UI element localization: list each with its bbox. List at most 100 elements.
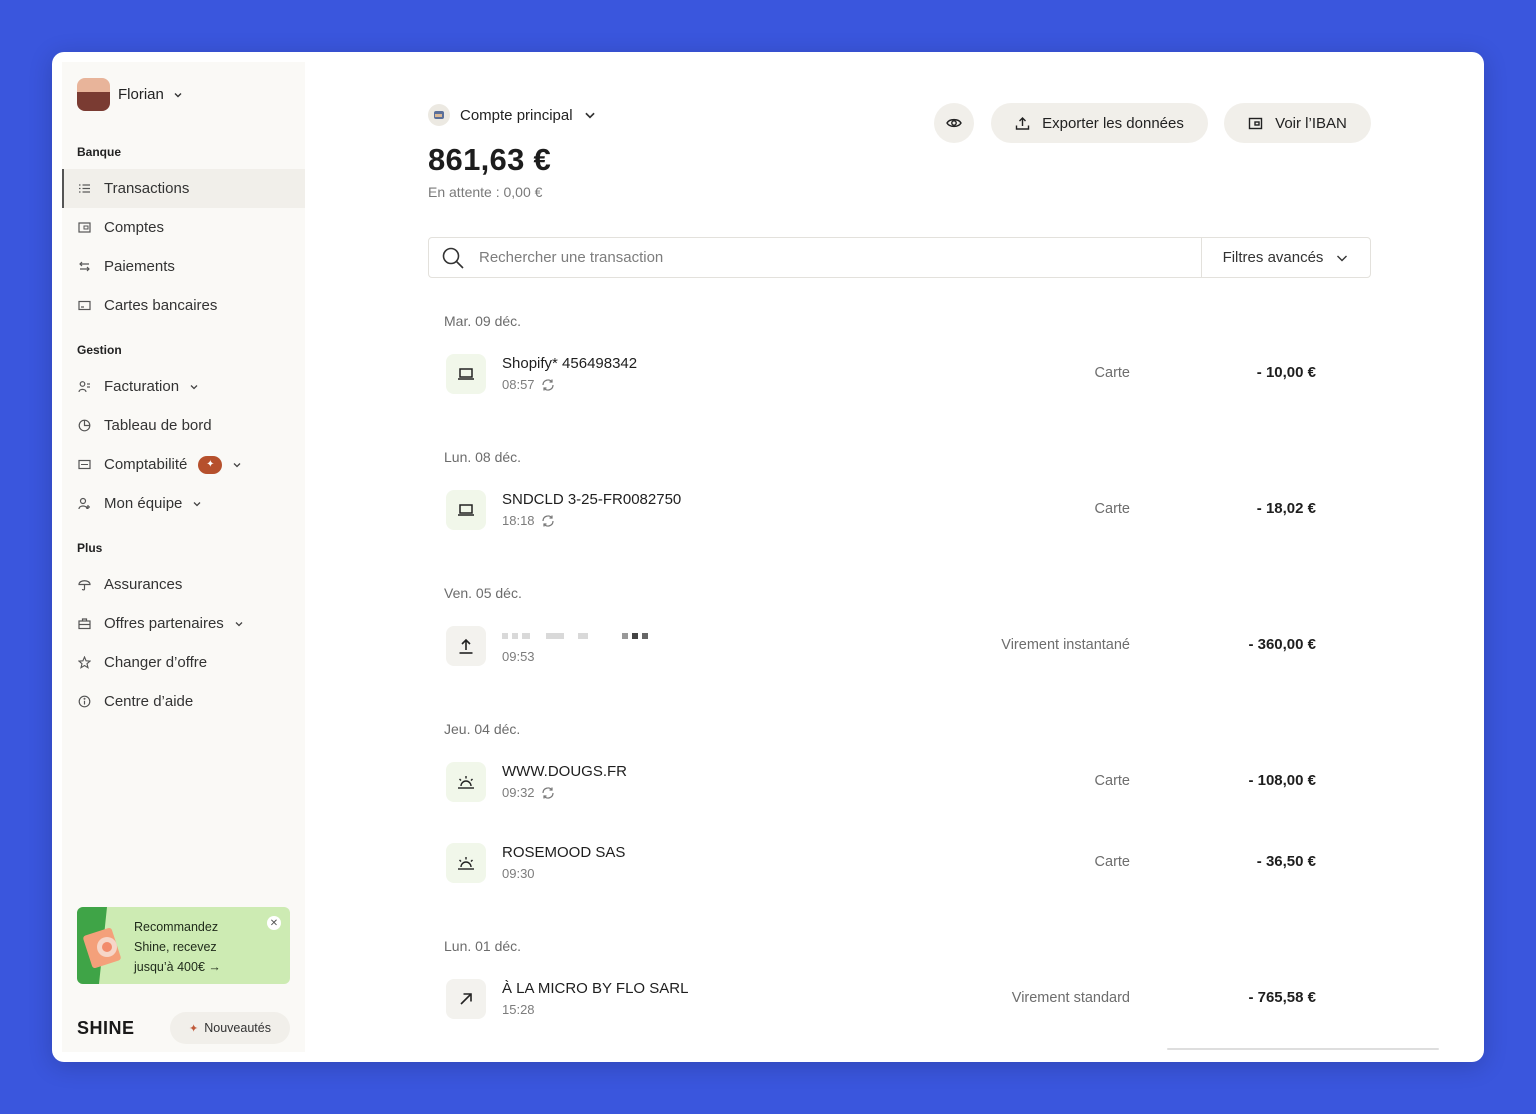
umbrella-icon (77, 578, 91, 592)
transaction-time: 15:28 (502, 1002, 535, 1017)
recurring-icon (541, 786, 554, 799)
chevron-down-icon (584, 112, 595, 119)
transaction-row[interactable]: Shopify* 456498342 08:57 Carte - 10,00 € (444, 344, 1324, 404)
advanced-filters-button[interactable]: Filtres avancés (1201, 238, 1370, 277)
transaction-title: Shopify* 456498342 (502, 355, 638, 372)
transaction-type: Carte (1094, 854, 1130, 870)
transaction-amount: - 10,00 € (1256, 364, 1316, 381)
user-menu[interactable]: Florian (77, 78, 184, 111)
sidebar-item-label: Facturation (104, 378, 180, 395)
sidebar-item-changer-offre[interactable]: Changer d’offre (62, 643, 305, 682)
briefcase-icon (77, 617, 91, 631)
transaction-time: 09:53 (502, 649, 535, 664)
account-name: Compte principal (460, 106, 573, 124)
sidebar-item-mon-equipe[interactable]: Mon équipe (62, 484, 305, 523)
info-icon (77, 695, 91, 709)
transaction-title: SNDCLD 3-25-FR0082750 (502, 491, 682, 508)
sunrise-icon (446, 762, 486, 802)
sidebar: Florian Banque Transactions Comptes Paie… (62, 62, 305, 1052)
swap-arrows-icon (77, 260, 91, 274)
sidebar-item-label: Mon équipe (104, 495, 183, 512)
card-icon (77, 299, 91, 313)
date-header: Mar. 09 déc. (444, 313, 522, 329)
user-name: Florian (118, 86, 164, 103)
promo-text: Recommandez Shine, recevez jusqu’à 400€ … (134, 920, 221, 974)
transaction-row[interactable]: SNDCLD 3-25-FR0082750 18:18 Carte - 18,0… (444, 480, 1324, 540)
team-icon (77, 497, 91, 511)
chevron-down-icon (1337, 255, 1348, 261)
sidebar-item-label: Assurances (104, 576, 183, 593)
arrow-up-right-icon (446, 979, 486, 1019)
view-iban-button[interactable]: Voir l’IBAN (1224, 103, 1371, 143)
transaction-type: Carte (1094, 773, 1130, 789)
close-icon[interactable]: ✕ (267, 916, 281, 930)
transaction-type: Virement instantané (1001, 637, 1130, 653)
transaction-row[interactable]: 09:53 Virement instantané - 360,00 € (444, 616, 1324, 676)
sidebar-item-offres-partenaires[interactable]: Offres partenaires (62, 604, 305, 643)
sidebar-item-comptes[interactable]: Comptes (62, 208, 305, 247)
list-icon (77, 182, 91, 196)
upload-icon (446, 626, 486, 666)
transaction-amount: - 108,00 € (1248, 772, 1316, 789)
transaction-time: 18:18 (502, 513, 555, 528)
search-input[interactable] (479, 249, 1159, 266)
date-header: Jeu. 04 déc. (444, 721, 521, 737)
news-button[interactable]: ✦ Nouveautés (170, 1012, 290, 1044)
transaction-row[interactable]: ROSEMOOD SAS 09:30 Carte - 36,50 € (444, 833, 1324, 893)
transaction-amount: - 765,58 € (1248, 989, 1316, 1006)
main-content: Compte principal 861,63 € En attente : 0… (305, 52, 1484, 1062)
wallet-icon (77, 221, 91, 235)
referral-promo-card[interactable]: Recommandez Shine, recevez jusqu’à 400€ … (77, 907, 290, 984)
sidebar-item-label: Offres partenaires (104, 615, 224, 632)
eye-icon (946, 118, 962, 128)
sidebar-item-centre-aide[interactable]: Centre d’aide (62, 682, 305, 721)
transaction-amount: - 18,02 € (1256, 500, 1316, 517)
sidebar-item-label: Centre d’aide (104, 693, 194, 710)
pending-amount: En attente : 0,00 € (428, 184, 543, 200)
sidebar-item-label: Comptabilité (104, 456, 188, 473)
star-icon (77, 656, 91, 670)
horizontal-scrollbar[interactable] (1167, 1048, 1439, 1050)
sidebar-item-label: Tableau de bord (104, 417, 212, 434)
transaction-type: Carte (1094, 501, 1130, 517)
transaction-title: WWW.DOUGS.FR (502, 763, 627, 780)
sidebar-item-tableau-de-bord[interactable]: Tableau de bord (62, 406, 305, 445)
date-header: Lun. 01 déc. (444, 938, 522, 954)
sparkle-icon: ✦ (189, 1022, 199, 1035)
sidebar-item-comptabilite[interactable]: Comptabilité ✦ (62, 445, 305, 484)
transaction-type: Virement standard (1011, 990, 1130, 1006)
sidebar-item-facturation[interactable]: Facturation (62, 367, 305, 406)
account-selector[interactable]: Compte principal (428, 104, 597, 126)
laptop-icon (446, 354, 486, 394)
recurring-icon (541, 514, 554, 527)
sidebar-item-cartes[interactable]: Cartes bancaires (62, 286, 305, 325)
redacted-transaction-title (502, 627, 648, 645)
toggle-visibility-button[interactable] (934, 103, 974, 143)
search-field[interactable] (429, 238, 1201, 277)
sidebar-item-label: Transactions (104, 180, 190, 197)
search-bar: Filtres avancés (428, 237, 1371, 278)
sidebar-item-paiements[interactable]: Paiements (62, 247, 305, 286)
sparkle-badge-icon: ✦ (198, 455, 223, 474)
transaction-time: 08:57 (502, 377, 555, 392)
chevron-down-icon (233, 462, 241, 467)
section-label-banque: Banque (77, 145, 122, 159)
section-label-gestion: Gestion (77, 343, 122, 357)
transaction-time: 09:32 (502, 785, 555, 800)
sidebar-item-assurances[interactable]: Assurances (62, 565, 305, 604)
export-data-button[interactable]: Exporter les données (991, 103, 1208, 143)
sidebar-item-label: Paiements (104, 258, 175, 275)
account-balance: 861,63 € (428, 142, 552, 177)
laptop-icon (446, 490, 486, 530)
sunrise-icon (446, 843, 486, 883)
section-label-plus: Plus (77, 541, 103, 555)
sidebar-item-transactions[interactable]: Transactions (62, 169, 305, 208)
chevron-down-icon (190, 384, 198, 389)
transaction-amount: - 360,00 € (1248, 636, 1316, 653)
transaction-row[interactable]: À LA MICRO BY FLO SARL 15:28 Virement st… (444, 969, 1324, 1029)
app-window: Florian Banque Transactions Comptes Paie… (52, 52, 1484, 1062)
sidebar-item-label: Cartes bancaires (104, 297, 218, 314)
transaction-row[interactable]: WWW.DOUGS.FR 09:32 Carte - 108,00 € (444, 752, 1324, 812)
brand-logo: SHINE (77, 1018, 135, 1038)
transaction-title: À LA MICRO BY FLO SARL (502, 980, 689, 997)
